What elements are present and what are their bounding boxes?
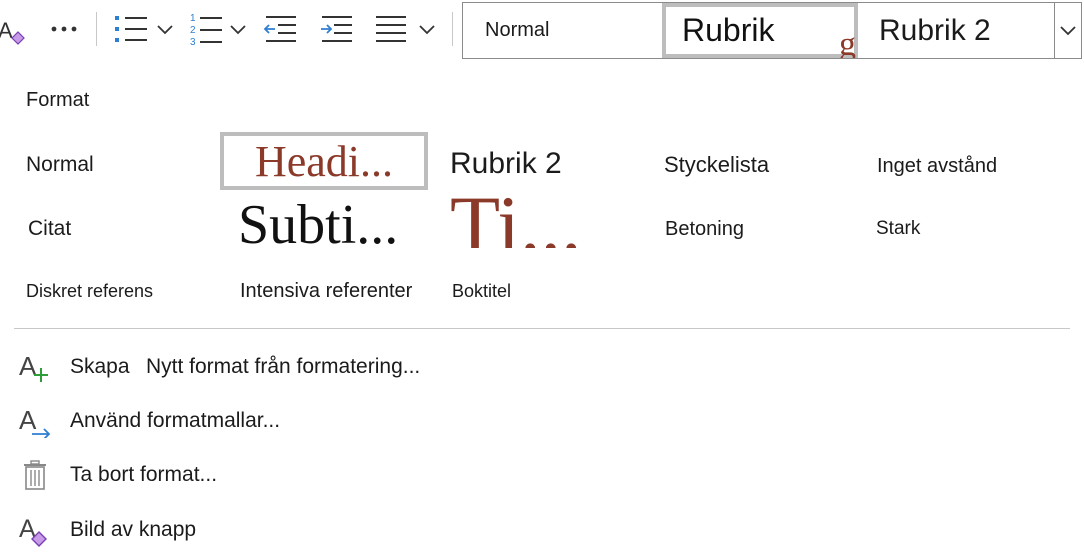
svg-text:A: A: [0, 18, 13, 43]
clear-format-icon: A: [0, 18, 25, 45]
gallery-style-preview-fragment: g: [839, 26, 856, 59]
gallery-expand-button[interactable]: [1054, 3, 1081, 58]
toolbar-separator: [96, 12, 97, 46]
new-style-icon: A: [19, 351, 48, 382]
increase-indent-button[interactable]: [318, 12, 356, 46]
style-boktitel[interactable]: Boktitel: [452, 277, 511, 305]
gallery-style-label: Rubrik 2: [879, 13, 991, 47]
ribbon-toolbar: A 1 2 3 Normal Rubrik g Rubrik 2: [0, 0, 1084, 60]
style-label: Rubrik 2: [450, 147, 562, 180]
styles-gallery: Normal Rubrik g Rubrik 2: [462, 2, 1082, 59]
svg-text:3: 3: [190, 37, 196, 48]
clear-format-button[interactable]: A: [0, 12, 30, 46]
style-label: Ti...: [450, 190, 582, 248]
create-style-item[interactable]: A Skapa Nytt format från formatering...: [0, 342, 600, 392]
gallery-style-normal[interactable]: Normal: [463, 3, 663, 58]
menu-item-sublabel: Nytt format från formatering...: [146, 355, 421, 378]
style-label: Citat: [28, 217, 72, 240]
decrease-indent-button[interactable]: [262, 12, 300, 46]
menu-item-label: Använd formatmallar...: [70, 409, 281, 432]
style-label: Stark: [876, 218, 921, 239]
svg-text:A: A: [19, 405, 37, 435]
style-label: Subti...: [238, 194, 399, 256]
style-title[interactable]: Ti...: [450, 190, 610, 248]
style-label: Betoning: [665, 217, 744, 240]
menu-divider: [14, 328, 1070, 329]
gallery-style-rubrik[interactable]: Rubrik g: [662, 3, 858, 58]
bullets-button[interactable]: [112, 12, 178, 46]
trash-icon: [24, 460, 46, 490]
bullets-icon: [115, 16, 173, 42]
svg-text:2: 2: [190, 25, 196, 36]
style-label: Headi...: [254, 136, 394, 186]
numbering-icon: 1 2 3: [190, 13, 246, 48]
align-icon: [376, 16, 435, 42]
svg-text:1: 1: [190, 13, 196, 24]
style-heading[interactable]: Headi...: [220, 132, 428, 190]
apply-styles-item[interactable]: A Använd formatmallar...: [0, 396, 600, 446]
gallery-style-rubrik-2[interactable]: Rubrik 2: [857, 3, 1053, 58]
style-label: Boktitel: [452, 280, 512, 301]
style-label: Diskret referens: [26, 280, 154, 301]
style-citat[interactable]: Citat: [28, 213, 71, 245]
style-betoning[interactable]: Betoning: [665, 214, 744, 244]
more-icon: [51, 26, 77, 32]
style-inget-avstand[interactable]: Inget avstånd: [877, 151, 997, 181]
style-label: Inget avstånd: [877, 154, 998, 177]
svg-text:A: A: [19, 351, 37, 381]
menu-item-label: Bild av knapp: [70, 518, 197, 541]
numbering-button[interactable]: 1 2 3: [188, 10, 250, 48]
gallery-style-label: Normal: [485, 19, 550, 41]
more-options-button[interactable]: [46, 14, 82, 44]
decrease-indent-icon: [263, 16, 296, 42]
align-button[interactable]: [372, 12, 438, 46]
menu-item-label: Ta bort format...: [70, 463, 218, 486]
style-label: Intensiva referenter: [240, 279, 413, 302]
style-normal[interactable]: Normal: [26, 148, 94, 182]
button-image-item[interactable]: A Bild av knapp: [0, 505, 600, 555]
style-intensiva-referenter[interactable]: Intensiva referenter: [240, 277, 412, 305]
apply-styles-icon: A: [19, 405, 51, 438]
style-subtitle[interactable]: Subti...: [238, 194, 398, 256]
format-section-title: Format: [26, 89, 90, 111]
gallery-style-label: Rubrik: [682, 12, 775, 48]
style-label: Normal: [26, 153, 94, 176]
remove-style-item[interactable]: Ta bort format...: [0, 450, 600, 500]
eraser-style-icon: A: [19, 515, 47, 547]
style-styckelista[interactable]: Styckelista: [664, 149, 769, 181]
style-rubrik-2[interactable]: Rubrik 2: [450, 144, 562, 184]
chevron-down-icon: [1060, 25, 1076, 35]
increase-indent-icon: [321, 16, 352, 42]
style-stark[interactable]: Stark: [876, 214, 920, 244]
style-label: Styckelista: [664, 152, 770, 177]
menu-item-label: Skapa: [70, 355, 130, 378]
style-diskret-referens[interactable]: Diskret referens: [26, 277, 153, 305]
toolbar-separator: [452, 12, 453, 46]
